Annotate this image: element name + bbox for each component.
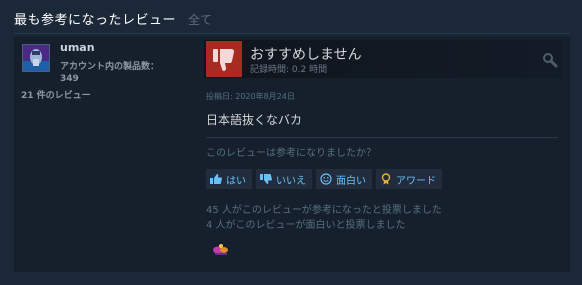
posted-date: 投稿日: 2020年8月24日 (206, 92, 295, 101)
author-reviews-count[interactable]: 21 件のレビュー (21, 88, 91, 101)
thumbs-down-icon[interactable] (206, 41, 242, 77)
vote-no-button[interactable]: いいえ (256, 169, 312, 189)
review-verdict-bar: おすすめしません 記録時間: 0.2 時間 (204, 40, 562, 78)
search-icon[interactable] (542, 52, 558, 68)
review-card: uman アカウント内の製品数： 349 21 件のレビュー おすすめしません … (14, 36, 570, 272)
header-divider (14, 33, 570, 34)
reviews-section-header: 最も参考になったレビュー 全て (14, 9, 212, 29)
review-body: 日本語抜くなバカ (206, 113, 303, 127)
funny-votes-stat: 4 人がこのレビューが面白いと投票しました (206, 220, 406, 231)
helpful-votes-stat: 45 人がこのレビューが参考になったと投票しました (206, 205, 442, 216)
thumbs-up-icon (210, 173, 222, 185)
author-name[interactable]: uman (60, 41, 95, 54)
review-divider (206, 137, 558, 138)
products-owned-count: 349 (60, 74, 79, 84)
review-verdict[interactable]: おすすめしません (250, 44, 362, 64)
avatar-image (23, 45, 49, 71)
see-all-link[interactable]: 全て (188, 11, 212, 28)
award-label: アワード (396, 175, 436, 187)
smiley-icon (320, 173, 332, 185)
helpful-question: このレビューは参考になりましたか？ (206, 148, 376, 159)
vote-yes-button[interactable]: はい (206, 169, 252, 189)
award-button[interactable]: アワード (376, 169, 442, 189)
avatar[interactable] (22, 44, 50, 72)
vote-funny-label: 面白い (336, 175, 366, 187)
vote-no-label: いいえ (276, 175, 306, 187)
author-info: uman アカウント内の製品数： 349 21 件のレビュー (14, 36, 204, 272)
section-title: 最も参考になったレビュー (14, 13, 177, 28)
award-medal-icon (380, 173, 392, 185)
vote-buttons: はい いいえ 面白い アワード (206, 169, 442, 189)
award-badge-icon[interactable] (210, 238, 232, 260)
vote-funny-button[interactable]: 面白い (316, 169, 372, 189)
thumbs-down-icon (260, 173, 272, 185)
products-owned-label: アカウント内の製品数： (60, 62, 160, 72)
review-playtime: 記録時間: 0.2 時間 (250, 65, 328, 75)
vote-yes-label: はい (226, 175, 246, 187)
